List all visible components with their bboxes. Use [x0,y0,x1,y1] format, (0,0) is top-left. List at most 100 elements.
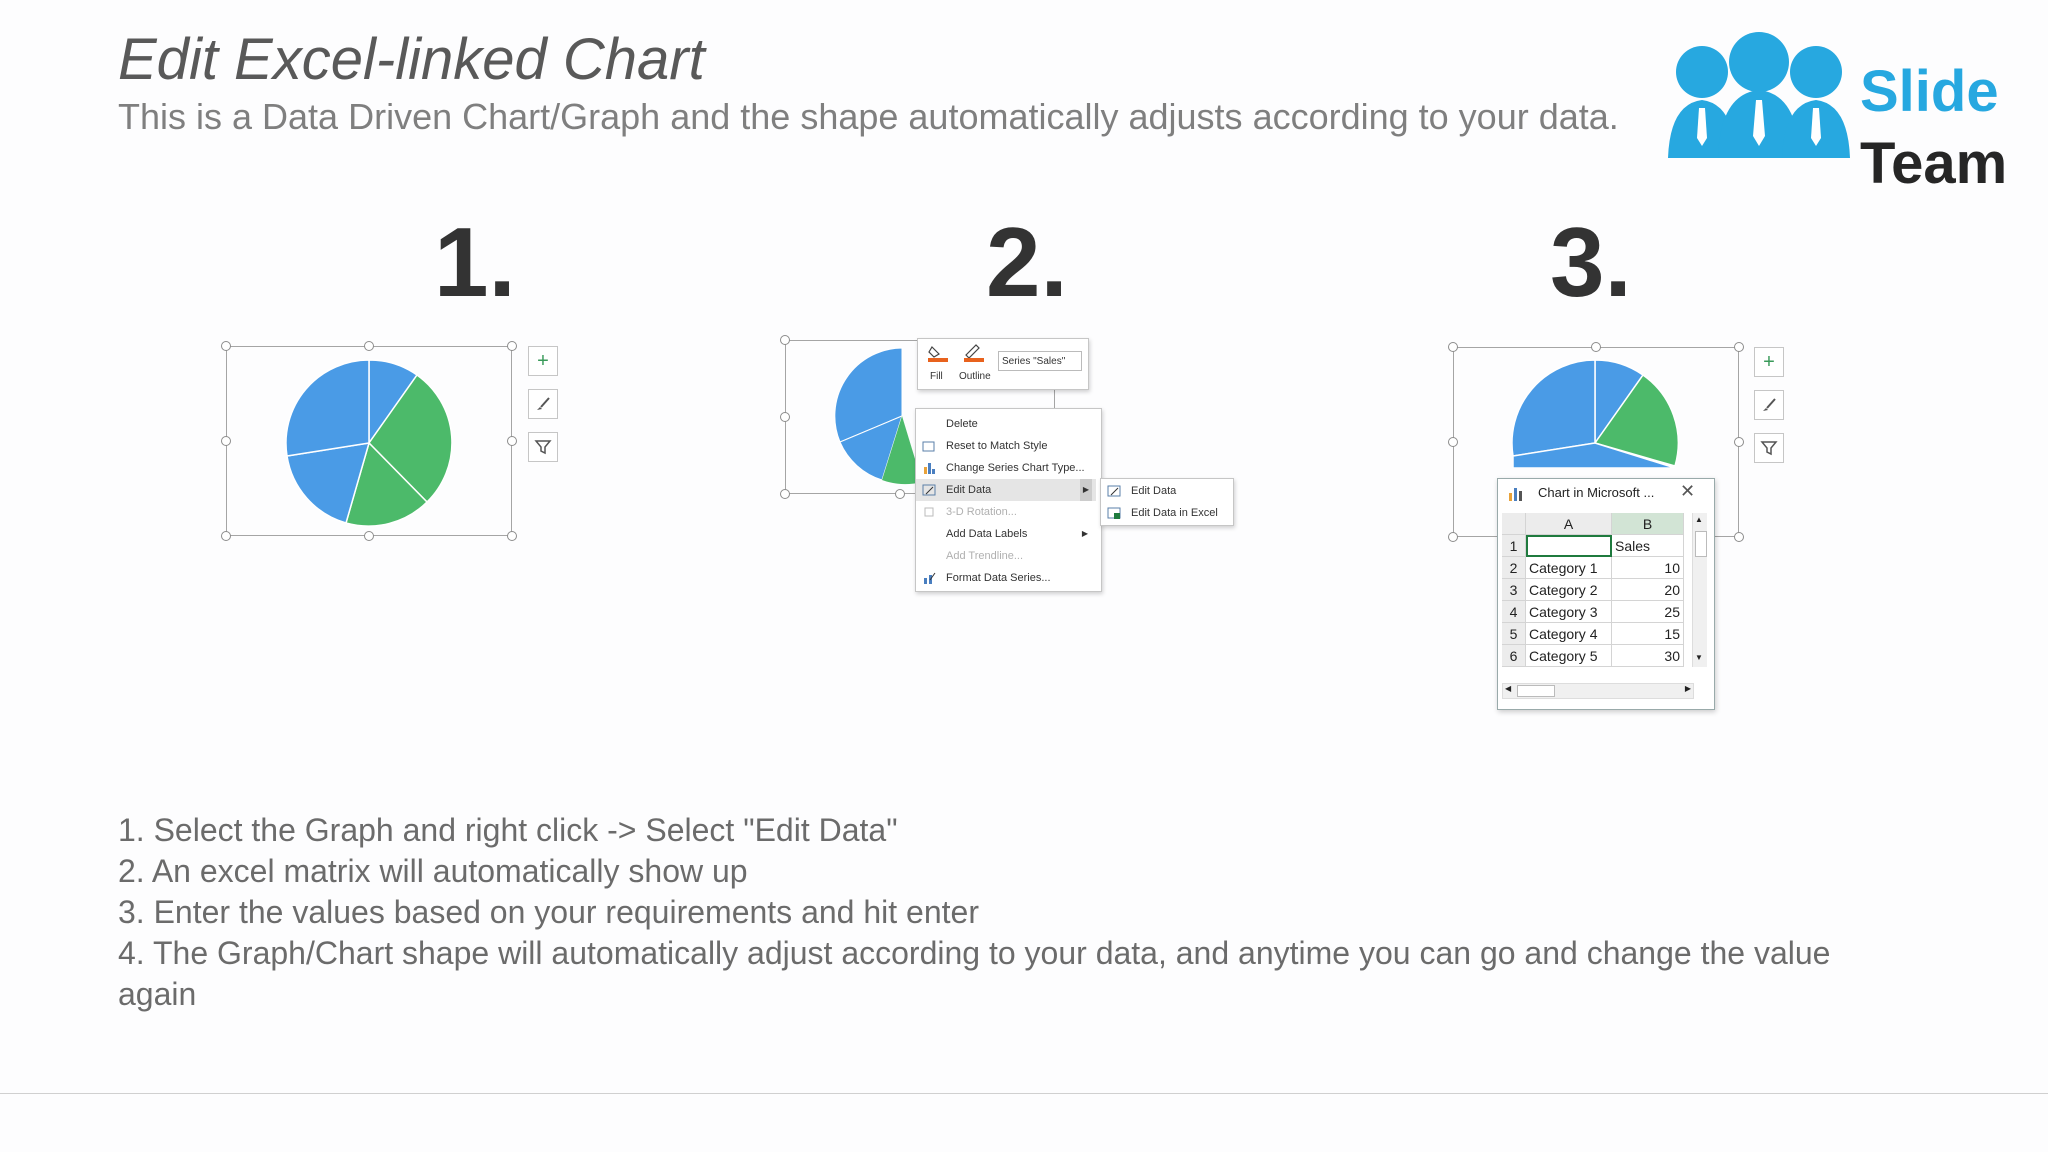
submenu-item-edit-data[interactable]: Edit Data [1101,480,1233,502]
chart-window-icon [1509,488,1522,501]
fill-label: Fill [930,371,943,382]
edit-data-icon [1107,485,1121,497]
cell-value[interactable]: 25 [1612,601,1684,623]
chart-filter-icon[interactable] [528,432,558,462]
step-number-1: 1. [434,207,516,317]
menu-item-change-chart-type[interactable]: Change Series Chart Type... [916,457,1096,479]
instruction-line-2: 2. An excel matrix will automatically sh… [118,853,748,889]
pie-chart-1[interactable] [284,358,454,528]
submenu-arrow-icon: ▶ [1081,529,1088,538]
chart-elements-plus-icon[interactable]: + [1754,347,1784,377]
row-number[interactable]: 4 [1502,601,1526,623]
scroll-down-icon[interactable]: ▼ [1695,653,1703,662]
submenu-item-label: Edit Data [1131,485,1177,497]
row-number[interactable]: 5 [1502,623,1526,645]
resize-handle[interactable] [895,489,905,499]
menu-item-delete[interactable]: Delete [916,413,1096,435]
resize-handle[interactable] [507,436,517,446]
resize-handle[interactable] [1448,437,1458,447]
slide-subtitle: This is a Data Driven Chart/Graph and th… [118,96,1619,137]
reset-style-icon [922,441,935,452]
cell-value[interactable]: 20 [1612,579,1684,601]
close-icon[interactable]: ✕ [1680,481,1695,502]
menu-item-reset-style[interactable]: Reset to Match Style [916,435,1096,457]
menu-item-label: Add Data Labels [946,528,1028,540]
resize-handle[interactable] [1448,532,1458,542]
resize-handle[interactable] [507,341,517,351]
resize-handle[interactable] [221,436,231,446]
menu-item-add-data-labels[interactable]: Add Data Labels ▶ [916,523,1096,545]
menu-item-3d-rotation: 3-D Rotation... [916,501,1096,523]
slideteam-logo: Slide Team [1664,28,2024,196]
resize-handle[interactable] [780,335,790,345]
cell-value[interactable]: 15 [1612,623,1684,645]
resize-handle[interactable] [780,412,790,422]
step-number-2: 2. [986,207,1068,317]
cell-category[interactable]: Category 3 [1526,601,1612,623]
cell-category[interactable]: Category 1 [1526,557,1612,579]
resize-handle[interactable] [364,531,374,541]
column-header-a[interactable]: A [1526,513,1612,535]
cell-category[interactable]: Category 4 [1526,623,1612,645]
row-number[interactable]: 1 [1502,535,1526,557]
scroll-right-icon[interactable]: ▶ [1685,684,1691,693]
format-mini-toolbar: Fill Outline Series "Sales" [917,338,1089,390]
menu-item-label: Add Trendline... [946,550,1024,562]
cell-category[interactable]: Category 5 [1526,645,1612,667]
scroll-left-icon[interactable]: ◀ [1505,684,1511,693]
chart-styles-brush-icon[interactable] [1754,390,1784,420]
chart-type-icon [924,463,935,474]
scroll-thumb[interactable] [1695,531,1707,557]
column-header-b[interactable]: B [1612,513,1684,535]
vertical-scrollbar[interactable]: ▲ ▼ [1692,513,1707,667]
menu-item-label: Change Series Chart Type... [946,462,1085,474]
select-all-corner[interactable] [1502,513,1526,535]
menu-item-label: 3-D Rotation... [946,506,1017,518]
cell-value[interactable]: 30 [1612,645,1684,667]
format-series-icon [924,572,936,584]
menu-item-add-trendline: Add Trendline... [916,545,1096,567]
series-select-value: Series "Sales" [1002,356,1066,367]
rotation-icon [924,507,934,517]
resize-handle[interactable] [780,489,790,499]
chart-elements-plus-icon[interactable]: + [528,346,558,376]
submenu-item-edit-data-excel[interactable]: Edit Data in Excel [1101,502,1233,524]
edit-data-icon [922,484,936,496]
series-select-dropdown[interactable]: Series "Sales" [998,351,1082,371]
menu-item-label: Edit Data [946,484,992,496]
outline-label: Outline [959,371,991,382]
resize-handle[interactable] [507,531,517,541]
chart-filter-icon[interactable] [1754,433,1784,463]
menu-item-edit-data[interactable]: Edit Data ▶ [916,479,1096,501]
slide-title: Edit Excel-linked Chart [118,27,705,92]
resize-handle[interactable] [1734,342,1744,352]
resize-handle[interactable] [1448,342,1458,352]
people-logo-icon [1668,32,1850,158]
resize-handle[interactable] [1734,532,1744,542]
resize-handle[interactable] [1591,342,1601,352]
logo-word-team: Team [1860,131,2008,196]
menu-item-format-data-series[interactable]: Format Data Series... [916,567,1096,589]
cell-value[interactable]: 10 [1612,557,1684,579]
row-number[interactable]: 3 [1502,579,1526,601]
fill-bucket-icon[interactable] [926,343,950,363]
resize-handle[interactable] [1734,437,1744,447]
resize-handle[interactable] [221,531,231,541]
scroll-up-icon[interactable]: ▲ [1695,515,1703,524]
outline-pen-icon[interactable] [962,343,986,363]
scroll-thumb[interactable] [1517,685,1555,697]
context-menu: Delete Reset to Match Style Change Serie… [915,408,1102,592]
cell-category[interactable]: Category 2 [1526,579,1612,601]
resize-handle[interactable] [221,341,231,351]
row-number[interactable]: 2 [1502,557,1526,579]
row-number[interactable]: 6 [1502,645,1526,667]
excel-data-window: Chart in Microsoft ... ✕ A B 1 2 3 4 5 6… [1497,478,1715,710]
horizontal-scrollbar[interactable]: ◀ ▶ [1502,683,1694,699]
logo-word-slide: Slide [1860,59,1999,124]
chart-styles-brush-icon[interactable] [528,389,558,419]
cell-b1[interactable]: Sales [1612,535,1684,557]
cell-a1[interactable] [1526,535,1612,557]
instruction-line-5: again [118,976,197,1012]
pie-chart-3[interactable] [1512,358,1682,468]
resize-handle[interactable] [364,341,374,351]
